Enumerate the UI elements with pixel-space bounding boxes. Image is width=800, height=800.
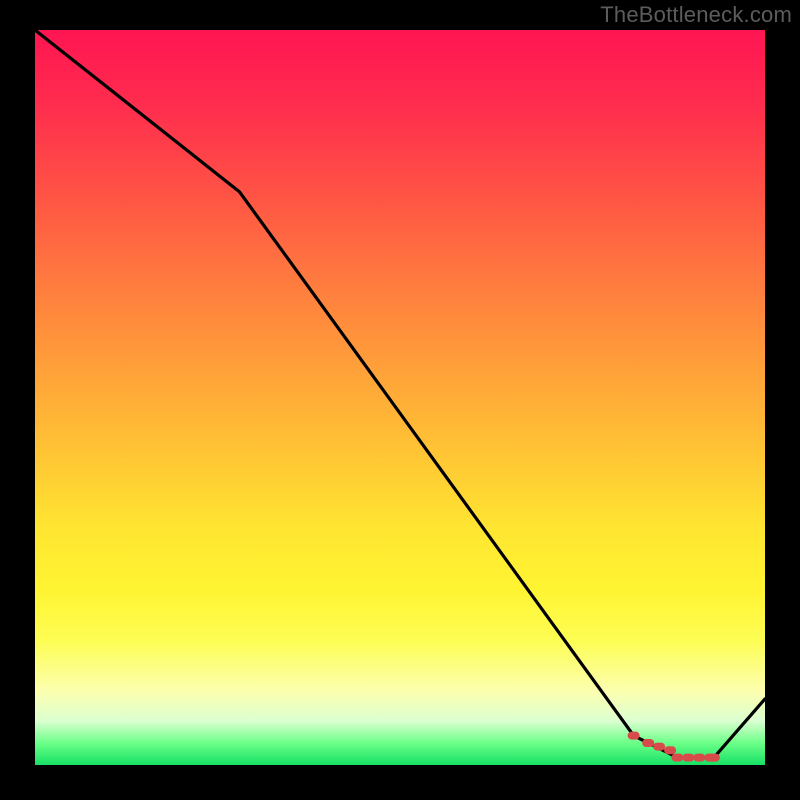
chart-marker (628, 732, 640, 740)
chart-marker (664, 746, 676, 754)
chart-marker (642, 739, 654, 747)
chart-marker (653, 743, 665, 751)
chart-marker (682, 754, 694, 762)
chart-marker (708, 754, 720, 762)
chart-marker (671, 754, 683, 762)
chart-line-layer (35, 30, 765, 765)
attribution-label: TheBottleneck.com (600, 2, 792, 28)
chart-marker (693, 754, 705, 762)
chart-curve (35, 30, 765, 758)
chart-marker-group (628, 732, 720, 762)
chart-frame: TheBottleneck.com (0, 0, 800, 800)
